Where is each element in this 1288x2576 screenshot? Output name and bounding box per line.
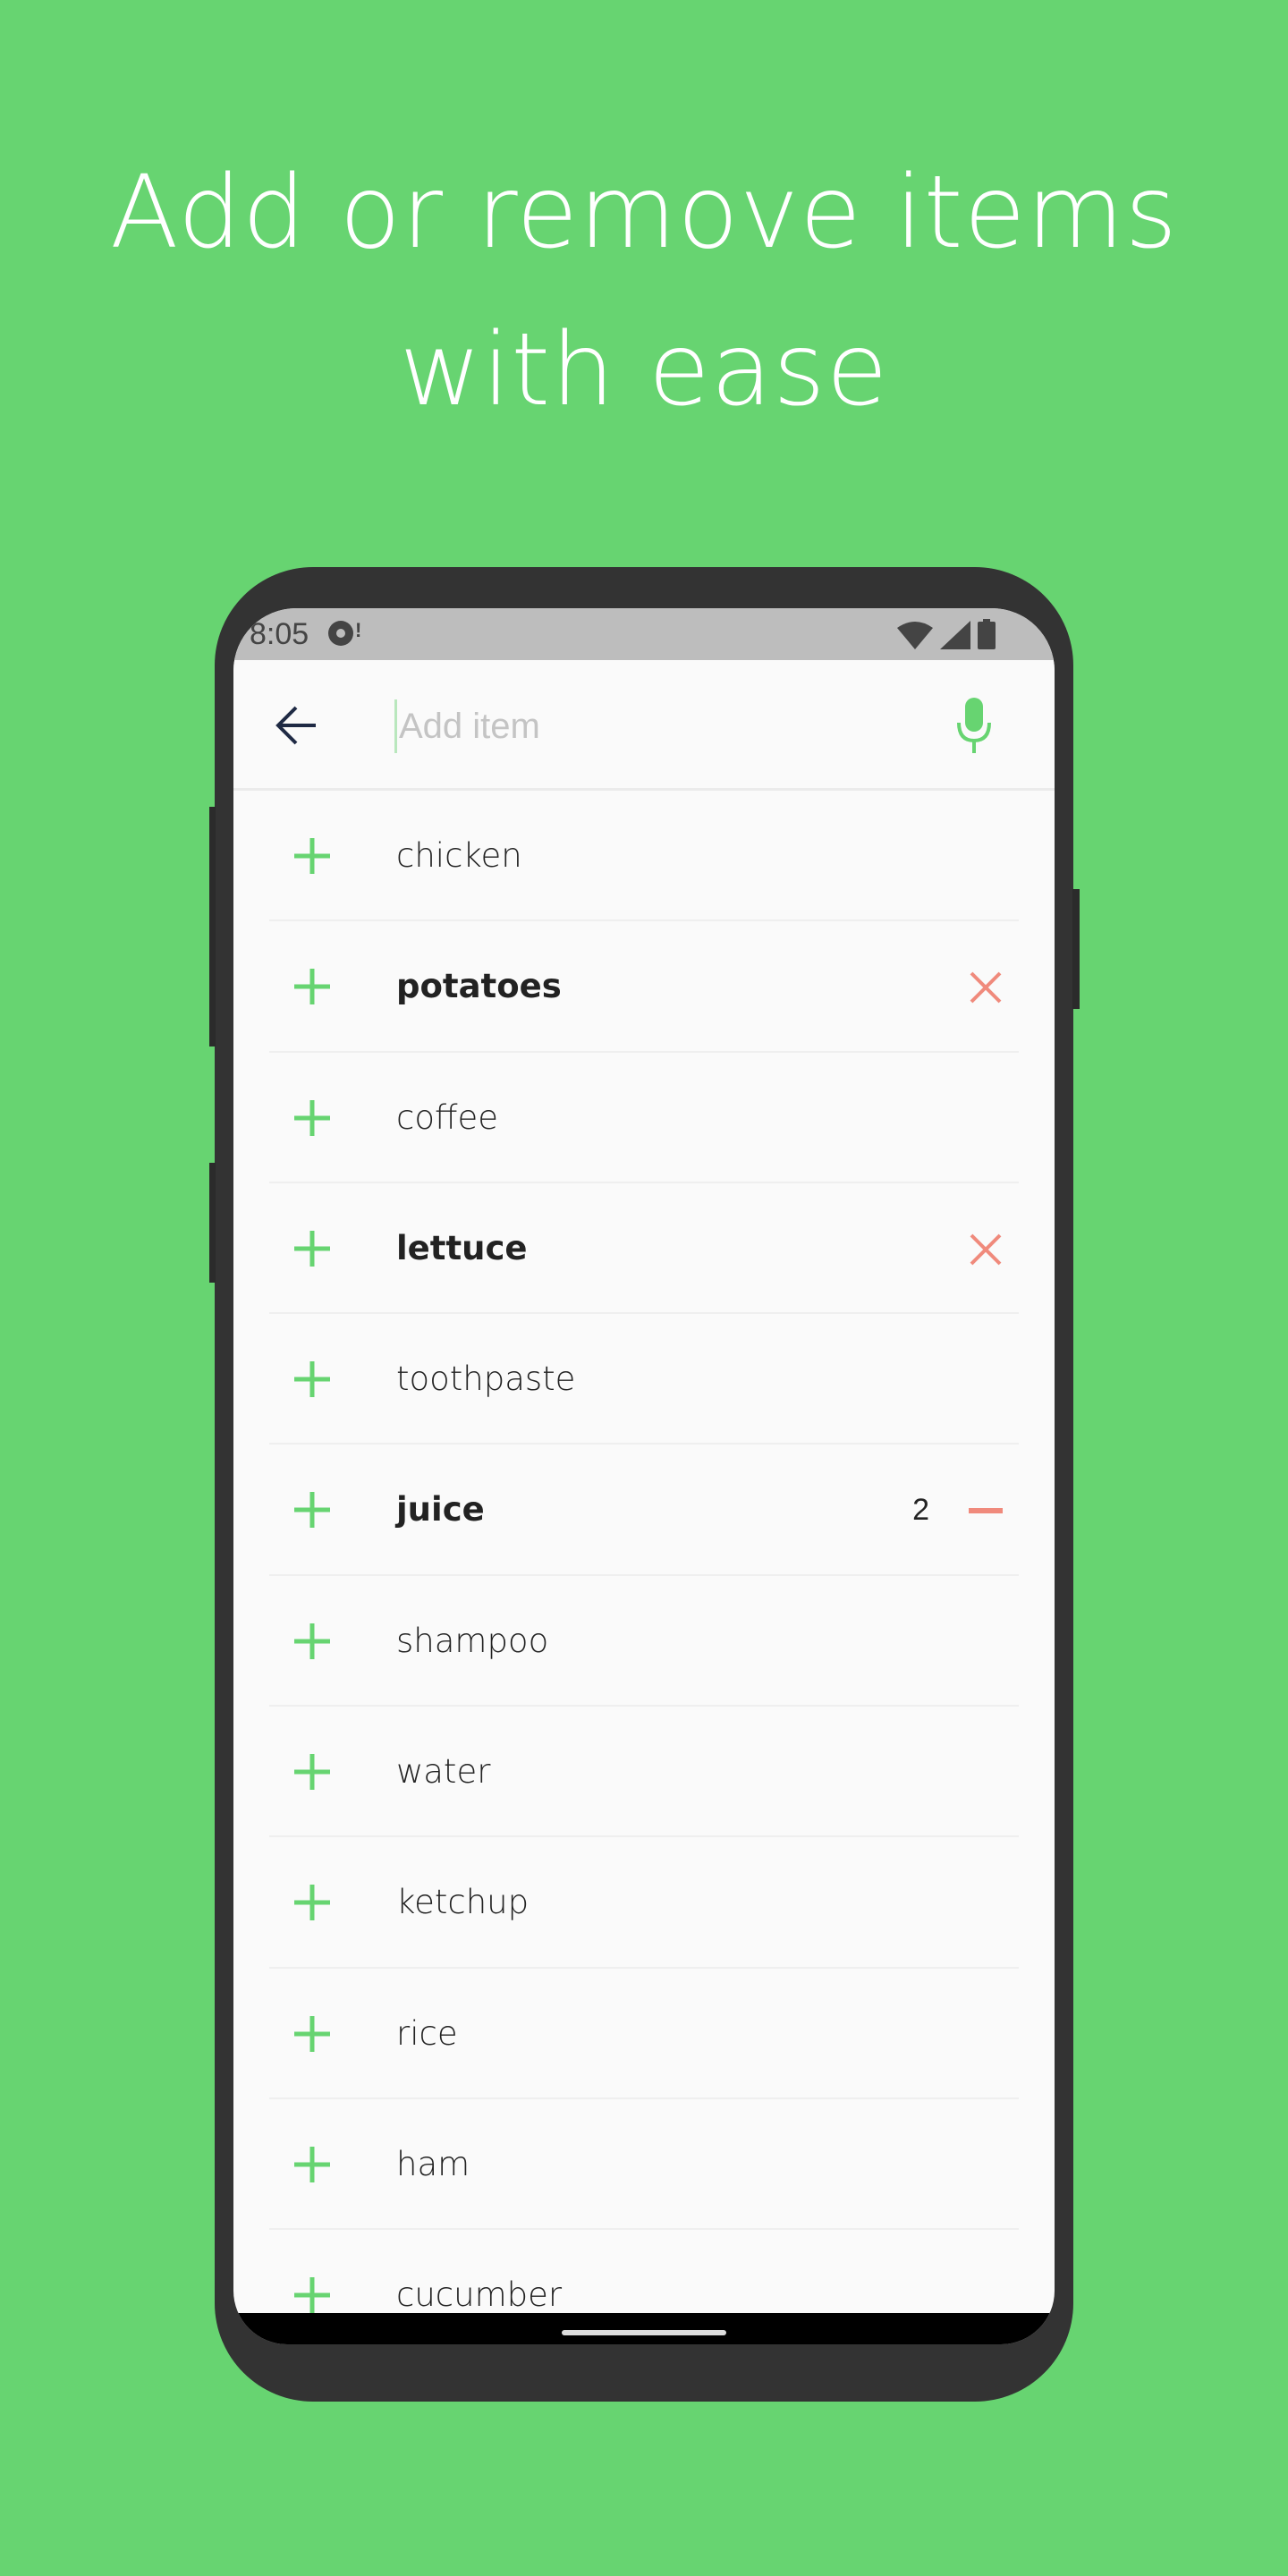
screen: 8:05 ! chicken potatoes coffee lettuce tooth… xyxy=(233,608,1055,2344)
list-item[interactable]: toothpaste xyxy=(269,1314,1019,1445)
app-bar xyxy=(233,660,1055,791)
wifi-icon xyxy=(897,622,933,649)
status-bar: 8:05 ! xyxy=(233,608,1055,660)
plus-icon[interactable] xyxy=(294,969,330,1005)
list-item[interactable]: chicken xyxy=(269,791,1019,922)
item-name: juice xyxy=(396,1490,485,1530)
item-count: 2 xyxy=(912,1493,929,1528)
home-indicator[interactable] xyxy=(562,2330,726,2335)
list-item[interactable]: rice xyxy=(269,1969,1019,2099)
plus-icon[interactable] xyxy=(294,2277,330,2313)
list-item[interactable]: shampoo xyxy=(269,1576,1019,1707)
volume-button xyxy=(209,807,216,1046)
side-button xyxy=(209,1163,216,1283)
list-item[interactable]: water xyxy=(269,1707,1019,1838)
item-name: cucumber xyxy=(396,2275,563,2313)
plus-icon[interactable] xyxy=(294,1492,330,1529)
list-item[interactable]: potatoes xyxy=(269,921,1019,1053)
list-item[interactable]: ham xyxy=(269,2099,1019,2231)
item-name: rice xyxy=(396,2013,458,2053)
plus-icon[interactable] xyxy=(294,1361,330,1398)
plus-icon[interactable] xyxy=(294,1885,330,1921)
item-name: lettuce xyxy=(396,1228,528,1267)
item-name: toothpaste xyxy=(396,1360,576,1399)
list-item[interactable]: lettuce xyxy=(269,1183,1019,1315)
plus-icon[interactable] xyxy=(294,1754,330,1791)
signal-icon xyxy=(940,621,970,649)
alert-icon: ! xyxy=(355,619,362,641)
headline-line-1: Add or remove items xyxy=(110,155,1178,271)
plus-icon[interactable] xyxy=(294,838,330,874)
headline-line-2: with ease xyxy=(399,312,889,428)
status-time: 8:05 xyxy=(250,617,309,651)
plus-icon[interactable] xyxy=(294,1623,330,1659)
microphone-icon[interactable] xyxy=(956,698,992,753)
plus-icon[interactable] xyxy=(294,2015,330,2052)
item-name: coffee xyxy=(396,1097,498,1137)
list-item[interactable]: cucumber xyxy=(269,2230,1019,2313)
plus-icon[interactable] xyxy=(294,1099,330,1136)
list-item[interactable]: coffee xyxy=(269,1053,1019,1183)
plus-icon[interactable] xyxy=(294,1230,330,1267)
phone-frame: 8:05 ! chicken potatoes coffee lettuce tooth… xyxy=(209,567,1080,2402)
minus-icon[interactable] xyxy=(969,1508,1003,1514)
navigation-bar xyxy=(233,2313,1055,2344)
item-name: water xyxy=(396,1752,491,1792)
item-list: chicken potatoes coffee lettuce toothpaste ju… xyxy=(233,791,1055,2313)
plus-icon[interactable] xyxy=(294,2146,330,2182)
arrow-left-icon[interactable] xyxy=(275,705,319,746)
item-name: chicken xyxy=(396,836,522,875)
list-item[interactable]: ketchup xyxy=(269,1837,1019,1969)
add-item-input[interactable] xyxy=(394,699,895,753)
close-icon[interactable] xyxy=(969,970,1003,1004)
power-button xyxy=(1072,889,1080,1009)
item-name: ketchup xyxy=(396,1883,530,1922)
vinyl-record-icon xyxy=(328,621,353,646)
list-item[interactable]: juice 2 xyxy=(269,1445,1019,1576)
item-name: potatoes xyxy=(396,967,562,1006)
headline: Add or remove items with ease xyxy=(0,134,1288,449)
item-name: shampoo xyxy=(396,1621,549,1660)
close-icon[interactable] xyxy=(969,1233,1003,1267)
battery-icon xyxy=(978,619,996,649)
item-name: ham xyxy=(396,2144,470,2183)
